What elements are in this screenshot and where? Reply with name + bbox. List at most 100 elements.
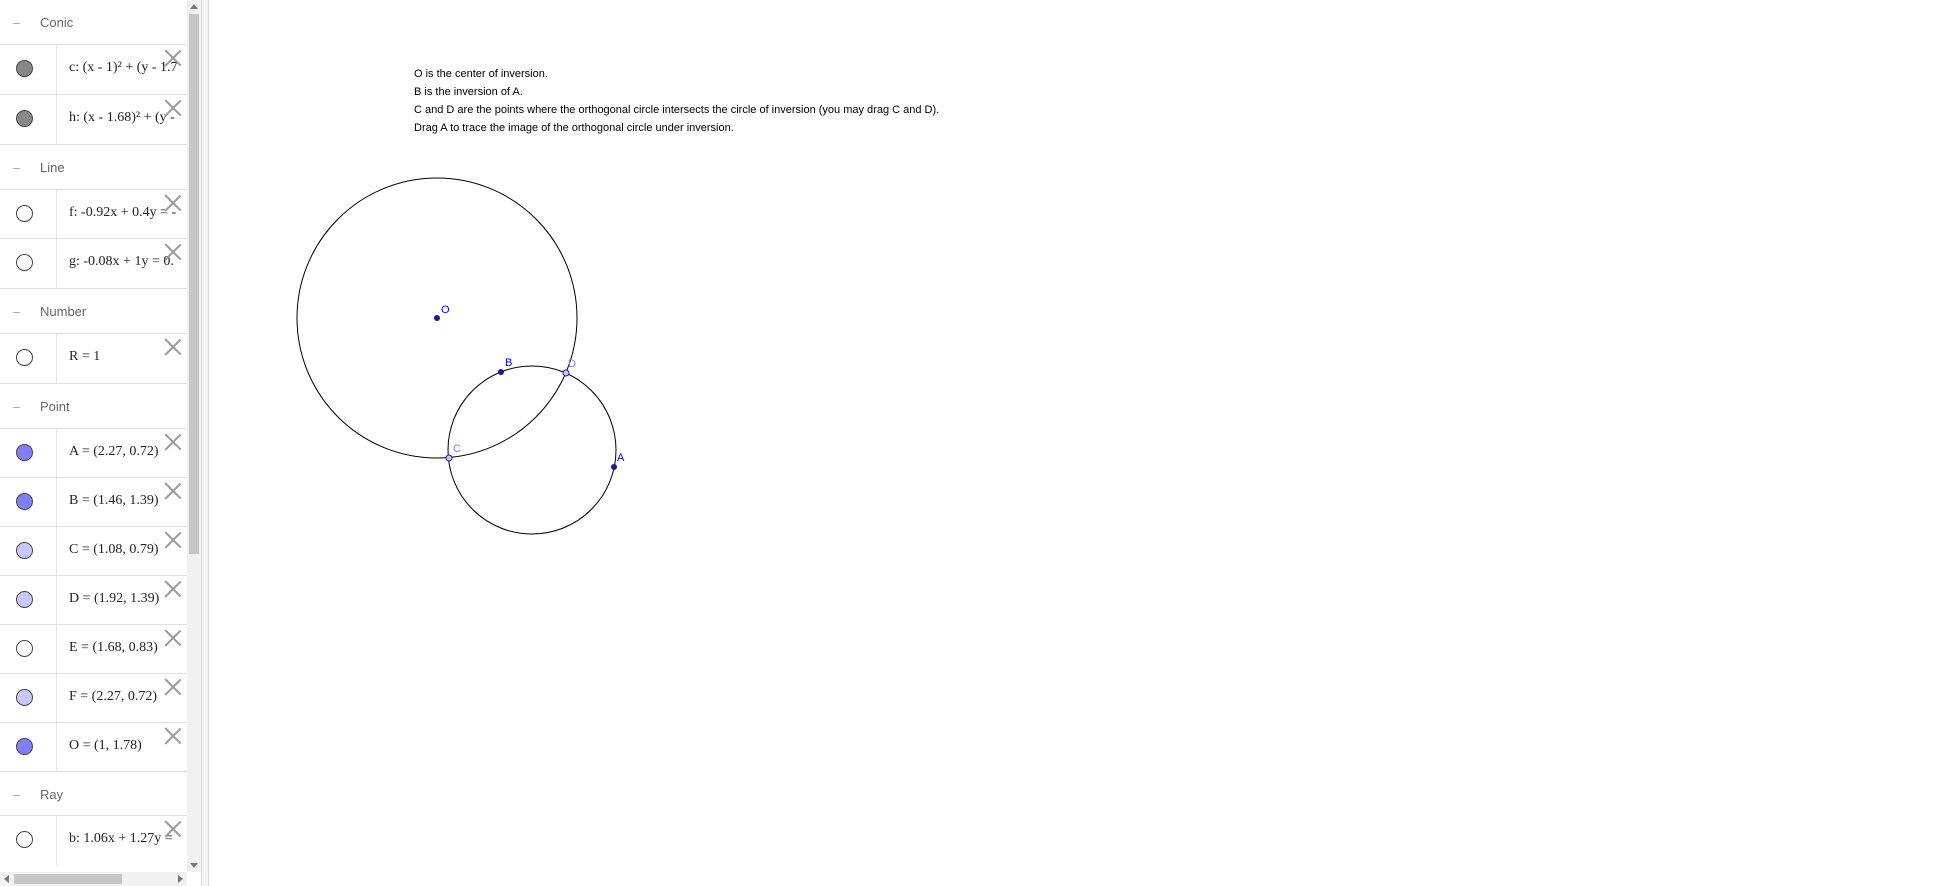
algebra-item-O[interactable]: O = (1, 1.78)	[0, 722, 187, 772]
algebra-item-F[interactable]: F = (2.27, 0.72)	[0, 673, 187, 723]
divider	[56, 95, 57, 144]
algebra-item-b[interactable]: b: 1.06x + 1.27y =	[0, 815, 187, 865]
point-O[interactable]	[434, 315, 440, 321]
category-ray: Ray	[0, 771, 187, 819]
close-icon[interactable]	[164, 727, 182, 745]
close-icon[interactable]	[164, 531, 182, 549]
close-icon[interactable]	[164, 820, 182, 838]
category-label: Conic	[40, 15, 74, 30]
visibility-toggle[interactable]	[16, 110, 33, 127]
algebra-item-A[interactable]: A = (2.27, 0.72)	[0, 428, 187, 478]
point-B[interactable]	[498, 369, 504, 375]
definition-B[interactable]: B = (1.46, 1.39)	[69, 493, 159, 509]
algebra-item-B[interactable]: B = (1.46, 1.39)	[0, 477, 187, 527]
visibility-toggle[interactable]	[16, 349, 33, 366]
point-label-C: C	[453, 443, 461, 455]
definition-A[interactable]: A = (2.27, 0.72)	[69, 444, 159, 460]
point-label-A: A	[617, 452, 625, 464]
divider	[56, 625, 57, 674]
close-icon[interactable]	[164, 433, 182, 451]
algebra-item-E[interactable]: E = (1.68, 0.83)	[0, 624, 187, 674]
category-point: Point	[0, 383, 187, 431]
visibility-toggle[interactable]	[16, 542, 33, 559]
point-label-O: O	[441, 304, 450, 316]
visibility-toggle[interactable]	[16, 444, 33, 461]
collapse-icon[interactable]	[11, 790, 22, 801]
divider	[56, 576, 57, 625]
geometry-canvas[interactable]: O B D C A	[209, 0, 1936, 886]
algebra-item-C[interactable]: C = (1.08, 0.79)	[0, 526, 187, 576]
close-icon[interactable]	[164, 338, 182, 356]
close-icon[interactable]	[164, 243, 182, 261]
definition-h[interactable]: h: (x - 1.68)² + (y -	[69, 110, 175, 126]
close-icon[interactable]	[164, 49, 182, 67]
definition-b[interactable]: b: 1.06x + 1.27y =	[69, 831, 173, 847]
point-label-B: B	[505, 357, 512, 369]
category-number: Number	[0, 288, 187, 336]
orthogonal-circle[interactable]	[447, 365, 617, 535]
scroll-down-arrow-icon[interactable]	[190, 863, 198, 868]
point-A[interactable]	[611, 464, 617, 470]
collapse-icon[interactable]	[11, 18, 22, 29]
definition-R[interactable]: R = 1	[69, 349, 100, 365]
definition-D[interactable]: D = (1.92, 1.39)	[69, 591, 159, 607]
scrollbar-thumb[interactable]	[14, 874, 122, 884]
scroll-right-arrow-icon[interactable]	[178, 875, 183, 883]
category-line: Line	[0, 144, 187, 192]
definition-O[interactable]: O = (1, 1.78)	[69, 738, 142, 754]
collapse-icon[interactable]	[11, 402, 22, 413]
divider	[56, 674, 57, 723]
category-label: Number	[40, 304, 87, 319]
algebra-item-g[interactable]: g: -0.08x + 1y = 0.	[0, 238, 187, 288]
definition-F[interactable]: F = (2.27, 0.72)	[69, 689, 157, 705]
category-conic: Conic	[0, 0, 187, 47]
definition-c[interactable]: c: (x - 1)² + (y - 1.7	[69, 60, 178, 76]
visibility-toggle[interactable]	[16, 205, 33, 222]
divider	[56, 190, 57, 239]
scroll-up-arrow-icon[interactable]	[190, 4, 198, 9]
divider	[56, 816, 57, 865]
collapse-icon[interactable]	[11, 307, 22, 318]
algebra-item-f[interactable]: f: -0.92x + 0.4y = -	[0, 189, 187, 239]
category-label: Point	[40, 399, 70, 414]
vertical-scrollbar[interactable]	[187, 0, 201, 872]
visibility-toggle[interactable]	[16, 591, 33, 608]
definition-g[interactable]: g: -0.08x + 1y = 0.	[69, 254, 174, 270]
algebra-item-R[interactable]: R = 1	[0, 333, 187, 383]
visibility-toggle[interactable]	[16, 640, 33, 657]
visibility-toggle[interactable]	[16, 254, 33, 271]
category-label: Ray	[40, 787, 64, 802]
definition-E[interactable]: E = (1.68, 0.83)	[69, 640, 158, 656]
divider	[56, 527, 57, 576]
close-icon[interactable]	[164, 629, 182, 647]
point-D[interactable]	[562, 369, 570, 377]
panel-splitter[interactable]	[201, 0, 209, 886]
definition-C[interactable]: C = (1.08, 0.79)	[69, 542, 159, 558]
point-C[interactable]	[445, 454, 453, 462]
algebra-item-h[interactable]: h: (x - 1.68)² + (y -	[0, 94, 187, 144]
scroll-left-arrow-icon[interactable]	[4, 875, 9, 883]
visibility-toggle[interactable]	[16, 493, 33, 510]
divider	[56, 334, 57, 383]
collapse-icon[interactable]	[11, 163, 22, 174]
visibility-toggle[interactable]	[16, 831, 33, 848]
close-icon[interactable]	[164, 678, 182, 696]
visibility-toggle[interactable]	[16, 60, 33, 77]
divider	[56, 723, 57, 772]
close-icon[interactable]	[164, 194, 182, 212]
scrollbar-thumb[interactable]	[189, 14, 199, 554]
close-icon[interactable]	[164, 580, 182, 598]
close-icon[interactable]	[164, 99, 182, 117]
algebra-item-c[interactable]: c: (x - 1)² + (y - 1.7	[0, 44, 187, 94]
divider	[56, 478, 57, 527]
visibility-toggle[interactable]	[16, 689, 33, 706]
graphics-view[interactable]: O is the center of inversion. B is the i…	[209, 0, 1936, 886]
category-label: Line	[40, 160, 65, 175]
horizontal-scrollbar[interactable]	[0, 872, 187, 886]
visibility-toggle[interactable]	[16, 738, 33, 755]
divider	[56, 45, 57, 94]
divider	[56, 429, 57, 478]
close-icon[interactable]	[164, 482, 182, 500]
definition-f[interactable]: f: -0.92x + 0.4y = -	[69, 205, 176, 221]
algebra-item-D[interactable]: D = (1.92, 1.39)	[0, 575, 187, 625]
